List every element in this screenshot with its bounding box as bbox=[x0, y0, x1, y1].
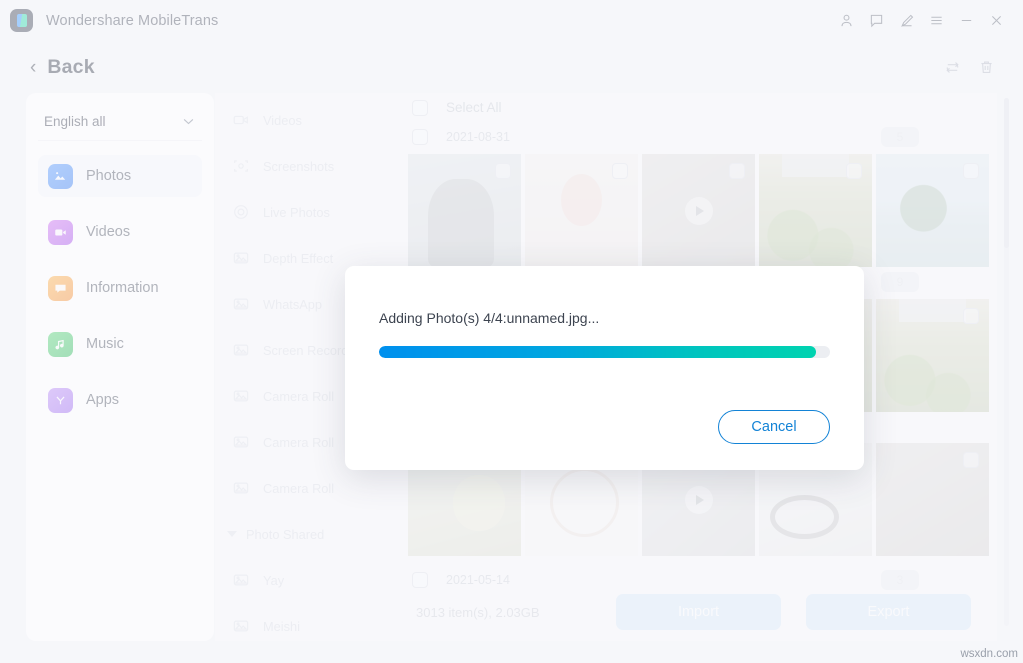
progress-message: Adding Photo(s) 4/4:unnamed.jpg... bbox=[379, 310, 600, 326]
cancel-button[interactable]: Cancel bbox=[718, 410, 830, 444]
dialog-footer: Cancel bbox=[718, 410, 830, 444]
watermark: wsxdn.com bbox=[960, 648, 1018, 660]
progress-bar-fill bbox=[379, 346, 817, 358]
progress-dialog: Adding Photo(s) 4/4:unnamed.jpg... Cance… bbox=[345, 266, 864, 470]
app-window: Wondershare MobileTrans bbox=[0, 0, 1023, 663]
progress-bar-track bbox=[379, 346, 830, 358]
